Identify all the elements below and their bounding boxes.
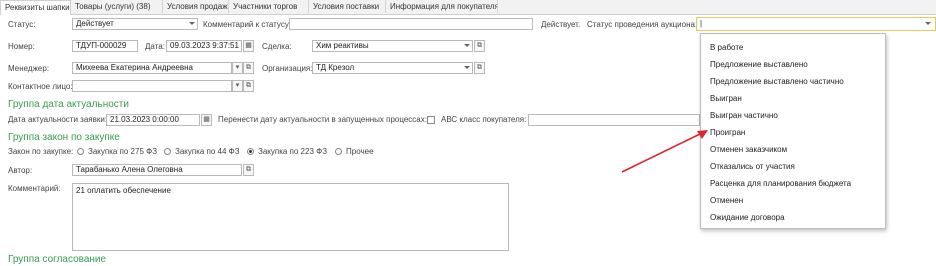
arrow-line: [621, 133, 701, 173]
annotation-arrow: [621, 130, 708, 173]
